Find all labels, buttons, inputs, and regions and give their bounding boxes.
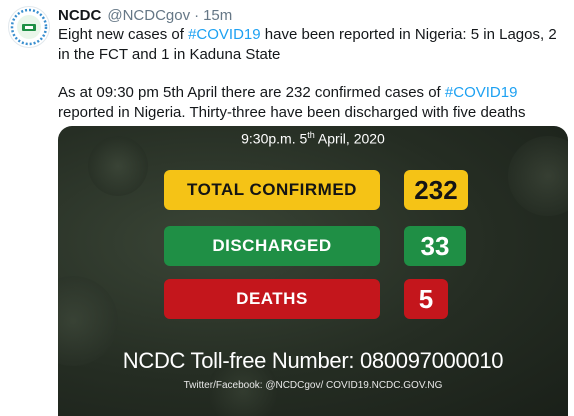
tollfree-number: NCDC Toll-free Number: 080097000010 bbox=[122, 348, 504, 373]
deaths-label: DEATHS bbox=[164, 279, 380, 319]
separator-dot: · bbox=[194, 6, 200, 24]
social-handles: Twitter/Facebook: @NCDCgov/ COVID19.NCDC… bbox=[183, 380, 443, 391]
card-date: 9:30p.m. 5th April, 2020 bbox=[58, 130, 568, 147]
tweet-paragraph-1: Eight new cases of #COVID19 have been re… bbox=[58, 25, 566, 65]
author-handle[interactable]: @NCDCgov bbox=[107, 7, 190, 24]
discharged-label: DISCHARGED bbox=[164, 226, 380, 266]
text-segment: As at 09:30 pm 5th April there are 232 c… bbox=[58, 84, 445, 101]
hashtag-link[interactable]: #COVID19 bbox=[188, 26, 261, 43]
avatar[interactable] bbox=[8, 6, 50, 48]
deaths-value: 5 bbox=[404, 279, 448, 319]
hashtag-link[interactable]: #COVID19 bbox=[445, 84, 518, 101]
card-date-prefix: 9:30p.m. 5 bbox=[241, 130, 308, 147]
card-date-suffix: April, 2020 bbox=[314, 130, 385, 147]
tweet-paragraph-2: As at 09:30 pm 5th April there are 232 c… bbox=[58, 83, 566, 123]
ncdc-logo-icon bbox=[10, 8, 48, 46]
discharged-value: 33 bbox=[404, 226, 466, 266]
tweet-media-image[interactable]: 9:30p.m. 5th April, 2020 TOTAL CONFIRMED… bbox=[58, 126, 568, 416]
text-segment: Eight new cases of bbox=[58, 26, 189, 43]
author-name[interactable]: NCDC bbox=[58, 7, 101, 24]
tweet-timestamp[interactable]: 15m bbox=[203, 7, 232, 24]
total-confirmed-value: 232 bbox=[404, 170, 468, 210]
card-date-sup: th bbox=[307, 130, 315, 140]
total-confirmed-label: TOTAL CONFIRMED bbox=[164, 170, 380, 210]
tweet-text: Eight new cases of #COVID19 have been re… bbox=[58, 25, 566, 123]
tweet-header: NCDC @NCDCgov · 15m bbox=[58, 6, 232, 24]
text-segment: reported in Nigeria. Thirty-three have b… bbox=[58, 104, 526, 121]
virus-graphic bbox=[508, 136, 568, 216]
